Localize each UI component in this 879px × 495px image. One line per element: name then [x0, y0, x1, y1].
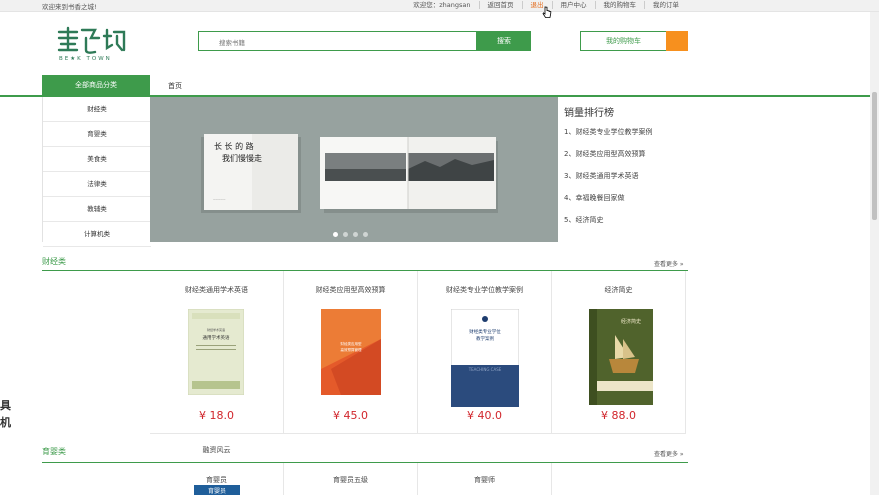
category-item[interactable]: 财经类 — [43, 97, 151, 122]
my-cart-link[interactable]: 我的购物车 — [596, 1, 645, 9]
book-grid: 育婴员 育婴员 育婴员五级 育婴师 — [150, 463, 688, 495]
ranking-item[interactable]: 5、经济简史 — [564, 215, 603, 225]
user-center-link[interactable]: 用户中心 — [553, 1, 596, 9]
svg-text:财经类应用型: 财经类应用型 — [341, 341, 362, 346]
banner-dot[interactable] — [363, 232, 368, 237]
category-item[interactable]: 美食类 — [43, 147, 151, 172]
section-title: 财经类 — [42, 257, 66, 266]
banner-dot[interactable] — [353, 232, 358, 237]
search-button[interactable]: 搜索 — [477, 31, 531, 51]
book-card[interactable]: 经济简史 经济简史 ¥ 88.0 — [552, 271, 686, 434]
book-card[interactable]: 财经类应用型高效预算 财经类应用型 高效预算管理 ¥ 45.0 — [284, 271, 418, 434]
svg-text:我们慢慢走: 我们慢慢走 — [222, 153, 262, 163]
book-card[interactable]: 育婴员 育婴员 — [150, 463, 284, 495]
cart-count-badge[interactable] — [666, 31, 688, 51]
section-title: 育婴类 — [42, 447, 66, 456]
book-title[interactable]: 经济简史 — [552, 285, 685, 295]
book-title[interactable]: 财经类通用学术英语 — [150, 285, 283, 295]
sales-ranking: 销量排行榜 1、财经类专业学位教学案例 2、财经类应用型高效预算 3、财经类通用… — [558, 97, 688, 242]
section-more-link[interactable]: 查看更多 » — [654, 449, 684, 458]
page-scrollbar[interactable] — [870, 12, 879, 495]
book-price: ¥ 40.0 — [467, 409, 502, 422]
svg-text:财经学术英语: 财经学术英语 — [207, 327, 225, 332]
book-price: ¥ 45.0 — [333, 409, 368, 422]
top-bar: 欢迎来到书香之城! 欢迎您：zhangsan 返回首页 退出 用户中心 我的购物… — [0, 0, 879, 12]
ranking-item[interactable]: 1、财经类专业学位教学案例 — [564, 127, 652, 137]
book-card[interactable]: 财经类通用学术英语 财经学术英语 通用学术英语 ¥ 18.0 — [150, 271, 284, 434]
svg-text:长 长 的 路: 长 长 的 路 — [214, 141, 254, 151]
book-price: ¥ 18.0 — [199, 409, 234, 422]
book-cover[interactable]: 财经学术英语 通用学术英语 — [188, 309, 244, 395]
book-cover[interactable]: 财经类应用型 高效预算管理 — [321, 309, 381, 395]
category-list: 财经类 育婴类 美食类 法律类 教辅类 计算机类 — [42, 97, 152, 247]
ranking-item[interactable]: 4、幸福晚餐回家做 — [564, 193, 624, 203]
svg-text:财经类专业学位: 财经类专业学位 — [469, 328, 501, 335]
edge-text: 具 — [0, 399, 11, 412]
svg-text:通用学术英语: 通用学术英语 — [203, 334, 230, 341]
back-home-link[interactable]: 返回首页 — [480, 1, 523, 9]
all-categories-tab[interactable]: 全部商品分类 — [42, 75, 150, 95]
svg-text:—————: ————— — [213, 198, 226, 201]
welcome-text: 欢迎来到书香之城! — [42, 3, 97, 11]
cart-widget: 我的购物车 — [580, 31, 688, 51]
svg-text:经济简史: 经济简史 — [621, 318, 641, 325]
book-card[interactable]: 育婴员五级 — [284, 463, 418, 495]
scrollbar-thumb[interactable] — [872, 92, 877, 220]
banner-dots — [333, 232, 368, 237]
search-input[interactable]: 搜索书籍 — [198, 31, 477, 51]
section-more-link[interactable]: 查看更多 » — [654, 259, 684, 268]
svg-text:教学案例: 教学案例 — [476, 335, 494, 342]
book-title[interactable]: 育婴员 — [150, 475, 283, 485]
book-cover[interactable]: 财经类专业学位 教学案例 TEACHING CASE — [451, 309, 519, 407]
book-title[interactable]: 财经类应用型高效预算 — [284, 285, 417, 295]
book-title[interactable]: 财经类专业学位教学案例 — [418, 285, 551, 295]
banner-image: 长 长 的 路 我们慢慢走 ————— — [150, 97, 558, 242]
category-item[interactable]: 法律类 — [43, 172, 151, 197]
book-cover[interactable]: 育婴员 — [194, 485, 240, 495]
svg-text:TEACHING CASE: TEACHING CASE — [468, 367, 502, 372]
greeting-text: 欢迎您：zhangsan — [405, 1, 480, 9]
book-title[interactable]: 融资风云 — [150, 445, 283, 455]
home-nav-link[interactable]: 首页 — [168, 81, 182, 91]
ranking-title: 销量排行榜 — [564, 108, 614, 119]
book-title[interactable]: 育婴师 — [418, 475, 551, 485]
book-price: ¥ 88.0 — [601, 409, 636, 422]
book-cover[interactable]: 经济简史 — [589, 309, 653, 405]
hand-cursor-icon — [542, 6, 552, 18]
ranking-item[interactable]: 3、财经类通用学术英语 — [564, 171, 638, 181]
cart-button[interactable]: 我的购物车 — [580, 31, 667, 51]
svg-text:育婴员: 育婴员 — [208, 487, 226, 495]
search-placeholder: 搜索书籍 — [219, 39, 245, 47]
book-grid: 财经类通用学术英语 财经学术英语 通用学术英语 ¥ 18.0 财经类应用型高效预… — [150, 271, 688, 434]
category-item[interactable]: 育婴类 — [43, 122, 151, 147]
ranking-item[interactable]: 2、财经类应用型高效预算 — [564, 149, 645, 159]
category-item[interactable]: 计算机类 — [43, 222, 151, 247]
category-item[interactable]: 教辅类 — [43, 197, 151, 222]
banner-dot[interactable] — [343, 232, 348, 237]
my-orders-link[interactable]: 我的订单 — [645, 1, 687, 9]
hero-banner[interactable]: 长 长 的 路 我们慢慢走 ————— — [150, 97, 558, 242]
svg-text:高效预算管理: 高效预算管理 — [341, 347, 362, 352]
svg-text:BE★K TOWN: BE★K TOWN — [59, 56, 112, 62]
book-card[interactable]: 财经类专业学位教学案例 财经类专业学位 教学案例 TEACHING CASE ¥… — [418, 271, 552, 434]
banner-dot[interactable] — [333, 232, 338, 237]
edge-text: 机 — [0, 416, 11, 429]
book-title[interactable]: 育婴员五级 — [284, 475, 417, 485]
bookstore-logo[interactable]: BE★K TOWN — [55, 26, 127, 62]
book-card[interactable]: 育婴师 — [418, 463, 552, 495]
search-bar: 搜索书籍 搜索 — [198, 31, 531, 51]
